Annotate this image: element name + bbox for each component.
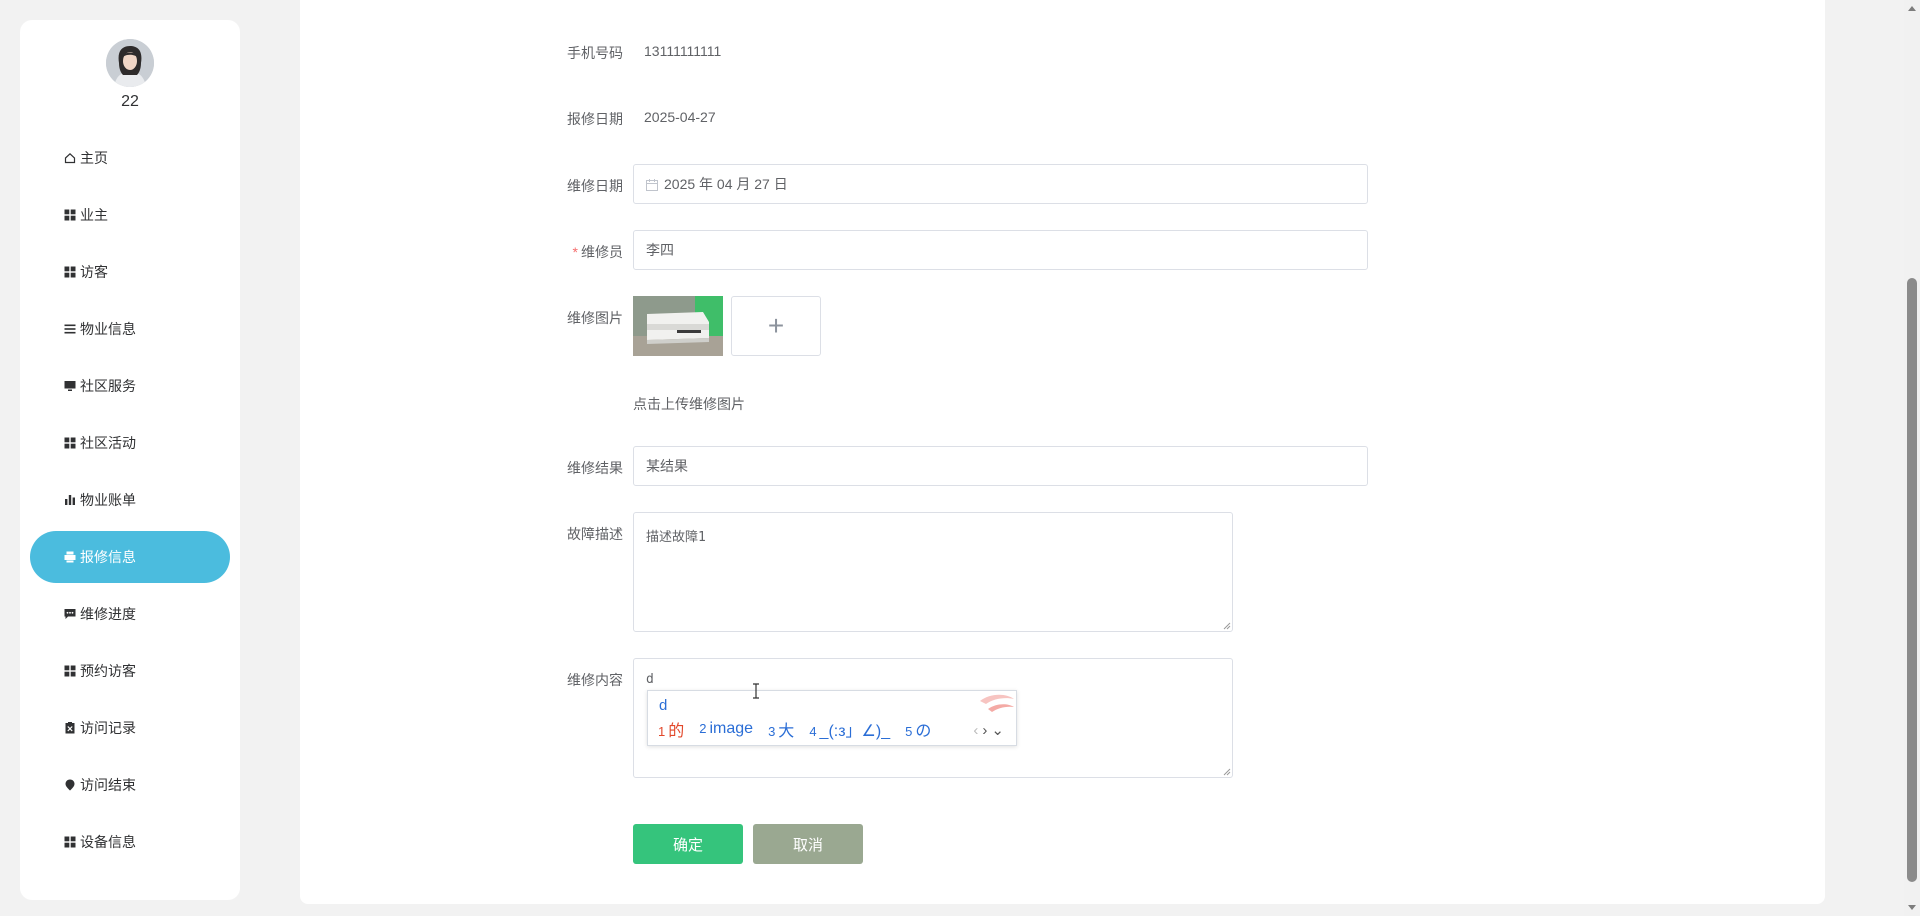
repair-date-picker[interactable]: 2025 年 04 月 27 日 [633, 164, 1368, 204]
repairer-input[interactable]: 李四 [633, 230, 1368, 270]
sidebar-item-label: 报修信息 [80, 549, 136, 565]
sidebar-item-device-info[interactable]: 设备信息 [30, 816, 230, 868]
report-date-value: 2025-04-27 [644, 109, 716, 125]
sidebar-item-label: 访问记录 [80, 720, 136, 736]
sidebar-item-book-visitor[interactable]: 预约访客 [30, 645, 230, 697]
phone-value: 13111111111 [644, 43, 722, 59]
scroll-down-icon[interactable] [1908, 905, 1916, 910]
images-label: 维修图片 [567, 310, 623, 326]
ime-page-nav: ‹›⌄ [973, 721, 1008, 739]
repairer-label: * 维修员 [515, 242, 623, 262]
sidebar-item-label: 维修进度 [80, 606, 136, 622]
clipboard-icon [64, 722, 76, 734]
scrollbar-thumb[interactable] [1907, 278, 1917, 882]
printer-photo [633, 296, 723, 356]
sidebar-item-home[interactable]: 主页 [30, 132, 230, 184]
sidebar-item-label: 物业信息 [80, 321, 136, 337]
grid-icon [64, 665, 76, 677]
sidebar-item-community-events[interactable]: 社区活动 [30, 417, 230, 469]
resize-grip-icon[interactable] [1223, 768, 1231, 776]
ime-logo-icon [980, 694, 1014, 712]
username: 22 [121, 93, 139, 110]
sidebar-item-label: 社区服务 [80, 378, 136, 394]
text-cursor-icon [753, 683, 759, 699]
ime-candidate[interactable]: 1的 [658, 717, 684, 741]
sidebar-item-label: 物业账单 [80, 492, 136, 508]
sidebar-item-visit-end[interactable]: 访问结束 [30, 759, 230, 811]
sidebar-item-repair-info[interactable]: 报修信息 [30, 531, 230, 583]
page-scrollbar[interactable] [1904, 0, 1920, 916]
content-textarea[interactable]: d d 1的 2 image 3大 4 _(:з」∠)_ 5の ‹›⌄ [633, 658, 1233, 778]
repair-image-thumbnail[interactable] [633, 296, 723, 356]
bar-chart-icon [64, 494, 76, 506]
image-upload-button[interactable]: + [731, 296, 821, 356]
sidebar-item-label: 访问结束 [80, 777, 136, 793]
sidebar-item-label: 访客 [80, 264, 108, 280]
printer-icon [64, 551, 76, 563]
phone-label: 手机号码 [567, 45, 623, 61]
required-asterisk: * [572, 244, 578, 260]
repair-date-label: 维修日期 [567, 178, 623, 194]
sidebar: 22 主页 业主 访客 物业信息 社区服务 社区活动 物业账单 报修信息 维修进… [20, 20, 240, 900]
fault-label: 故障描述 [567, 526, 623, 542]
sidebar-item-label: 预约访客 [80, 663, 136, 679]
ime-candidate-popup: d 1的 2 image 3大 4 _(:з」∠)_ 5の ‹›⌄ [647, 690, 1017, 746]
content-label: 维修内容 [567, 672, 623, 688]
grid-icon [64, 437, 76, 449]
sidebar-item-visitors[interactable]: 访客 [30, 246, 230, 298]
monitor-icon [64, 380, 76, 392]
grid-icon [64, 209, 76, 221]
sidebar-menu: 主页 业主 访客 物业信息 社区服务 社区活动 物业账单 报修信息 维修进度 预… [30, 132, 230, 873]
grid-icon [64, 266, 76, 278]
result-input[interactable]: 某结果 [633, 446, 1368, 486]
home-icon [64, 152, 76, 164]
ime-candidates: 1的 2 image 3大 4 _(:з」∠)_ 5の [658, 717, 946, 741]
sidebar-item-label: 设备信息 [80, 834, 136, 850]
chat-icon [64, 608, 76, 620]
repairer-label-text: 维修员 [581, 244, 623, 260]
avatar[interactable] [106, 39, 154, 87]
ime-candidate[interactable]: 4 _(:з」∠)_ [809, 717, 890, 741]
plus-icon: + [767, 310, 785, 341]
report-date-label: 报修日期 [567, 111, 623, 127]
sidebar-item-property-info[interactable]: 物业信息 [30, 303, 230, 355]
sidebar-item-community-service[interactable]: 社区服务 [30, 360, 230, 412]
sidebar-item-owners[interactable]: 业主 [30, 189, 230, 241]
repair-edit-form: 手机号码 13111111111 报修日期 2025-04-27 维修日期 20… [300, 0, 1825, 904]
sidebar-item-repair-progress[interactable]: 维修进度 [30, 588, 230, 640]
confirm-button[interactable]: 确定 [633, 824, 743, 864]
scroll-up-icon[interactable] [1908, 6, 1916, 11]
ime-candidate[interactable]: 3大 [768, 717, 794, 741]
upload-hint: 点击上传维修图片 [633, 396, 745, 412]
list-icon [64, 323, 76, 335]
fault-textarea[interactable]: 描述故障1 [633, 512, 1233, 632]
ime-composition: d [659, 697, 668, 714]
ime-candidate[interactable]: 5の [905, 717, 931, 741]
resize-grip-icon[interactable] [1223, 622, 1231, 630]
cancel-button[interactable]: 取消 [753, 824, 863, 864]
repairer-value: 李四 [646, 242, 674, 258]
repair-date-value: 2025 年 04 月 27 日 [664, 176, 788, 192]
user-avatar-photo [106, 39, 154, 87]
calendar-icon [646, 178, 658, 191]
location-pin-icon [64, 779, 76, 791]
result-label: 维修结果 [567, 460, 623, 476]
sidebar-item-label: 业主 [80, 207, 108, 223]
sidebar-item-label: 主页 [80, 150, 108, 166]
result-value: 某结果 [646, 458, 688, 474]
sidebar-item-visit-records[interactable]: 访问记录 [30, 702, 230, 754]
content-value: d [646, 672, 654, 687]
fault-value: 描述故障1 [646, 530, 706, 545]
grid-icon [64, 836, 76, 848]
sidebar-item-property-bills[interactable]: 物业账单 [30, 474, 230, 526]
ime-candidate[interactable]: 2 image [699, 720, 753, 738]
sidebar-item-label: 社区活动 [80, 435, 136, 451]
ime-expand-icon[interactable]: ⌄ [991, 722, 1008, 739]
